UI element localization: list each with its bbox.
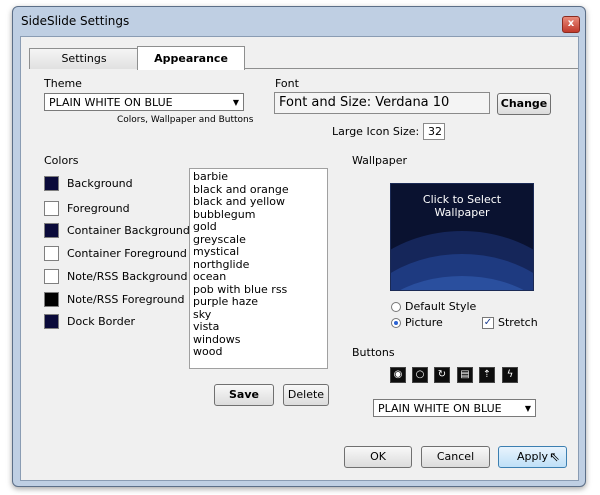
close-icon[interactable]: x (562, 16, 580, 33)
list-item[interactable]: barbie (193, 170, 324, 184)
theme-select[interactable]: PLAIN WHITE ON BLUE ▼ (44, 93, 244, 111)
color-label: Note/RSS Foreground (67, 293, 185, 306)
color-label: Background (67, 177, 133, 190)
stretch-label: Stretch (498, 316, 538, 329)
wallpaper-label: Wallpaper (352, 154, 408, 167)
font-label: Font (275, 77, 299, 90)
theme-listbox[interactable]: barbie black and orange black and yellow bu… (189, 168, 328, 369)
button-style-select[interactable]: PLAIN WHITE ON BLUE ▼ (373, 399, 536, 417)
tab-settings[interactable]: Settings (29, 48, 139, 69)
color-swatch[interactable] (44, 176, 59, 191)
list-item[interactable]: gold (193, 220, 324, 234)
color-swatch[interactable] (44, 269, 59, 284)
delete-button[interactable]: Delete (283, 384, 329, 406)
large-icon-size-label: Large Icon Size: (332, 125, 420, 138)
colors-label: Colors (44, 154, 79, 167)
color-label: Note/RSS Background (67, 270, 188, 283)
list-item[interactable]: mystical (193, 245, 324, 259)
color-swatch[interactable] (44, 292, 59, 307)
tab-appearance[interactable]: Appearance (137, 46, 245, 70)
theme-label: Theme (44, 77, 82, 90)
list-item[interactable]: vista (193, 320, 324, 334)
document-icon[interactable]: ▤ (457, 367, 473, 383)
refresh-icon[interactable]: ↻ (434, 367, 450, 383)
color-swatch[interactable] (44, 201, 59, 216)
color-label: Dock Border (67, 315, 135, 328)
ok-button[interactable]: OK (344, 446, 412, 468)
list-item[interactable]: black and yellow (193, 195, 324, 209)
color-label: Foreground (67, 202, 130, 215)
color-swatch[interactable] (44, 314, 59, 329)
cursor-icon: ⇖ (549, 450, 560, 465)
wallpaper-preview[interactable]: Click to Select Wallpaper (390, 183, 534, 291)
theme-select-value: PLAIN WHITE ON BLUE (49, 96, 173, 109)
chevron-down-icon: ▼ (232, 98, 239, 107)
color-swatch[interactable] (44, 246, 59, 261)
window-title: SideSlide Settings (21, 14, 130, 28)
font-display: Font and Size: Verdana 10 (274, 92, 490, 114)
list-item[interactable]: ocean (193, 270, 324, 284)
settings-window: SideSlide Settings x Settings Appearance… (12, 6, 586, 487)
large-icon-size-input[interactable]: 32 (423, 123, 445, 140)
picture-label: Picture (405, 316, 443, 329)
button-style-value: PLAIN WHITE ON BLUE (378, 402, 502, 415)
save-button[interactable]: Save (214, 384, 274, 406)
dialog-client-area: Settings Appearance Theme PLAIN WHITE ON… (20, 36, 579, 481)
default-style-radio[interactable] (391, 302, 401, 312)
color-label: Container Background (67, 224, 190, 237)
tab-divider (243, 68, 578, 69)
default-style-label: Default Style (405, 300, 477, 313)
title-bar[interactable]: SideSlide Settings x (13, 7, 585, 35)
target-icon[interactable]: ◉ (390, 367, 406, 383)
upload-icon[interactable]: ⇡ (479, 367, 495, 383)
stretch-checkbox[interactable]: ✓ (482, 317, 494, 329)
list-item[interactable]: wood (193, 345, 324, 359)
lightning-icon[interactable]: ϟ (502, 367, 518, 383)
chevron-down-icon: ▼ (524, 404, 531, 413)
circle-icon[interactable]: ○ (412, 367, 428, 383)
buttons-label: Buttons (352, 346, 395, 359)
theme-hint: Colors, Wallpaper and Buttons (117, 115, 254, 125)
wallpaper-preview-text: Click to Select Wallpaper (422, 193, 502, 219)
color-label: Container Foreground (67, 247, 187, 260)
list-item[interactable]: purple haze (193, 295, 324, 309)
change-font-button[interactable]: Change (497, 93, 551, 115)
color-swatch[interactable] (44, 223, 59, 238)
picture-radio[interactable] (391, 318, 401, 328)
cancel-button[interactable]: Cancel (421, 446, 490, 468)
